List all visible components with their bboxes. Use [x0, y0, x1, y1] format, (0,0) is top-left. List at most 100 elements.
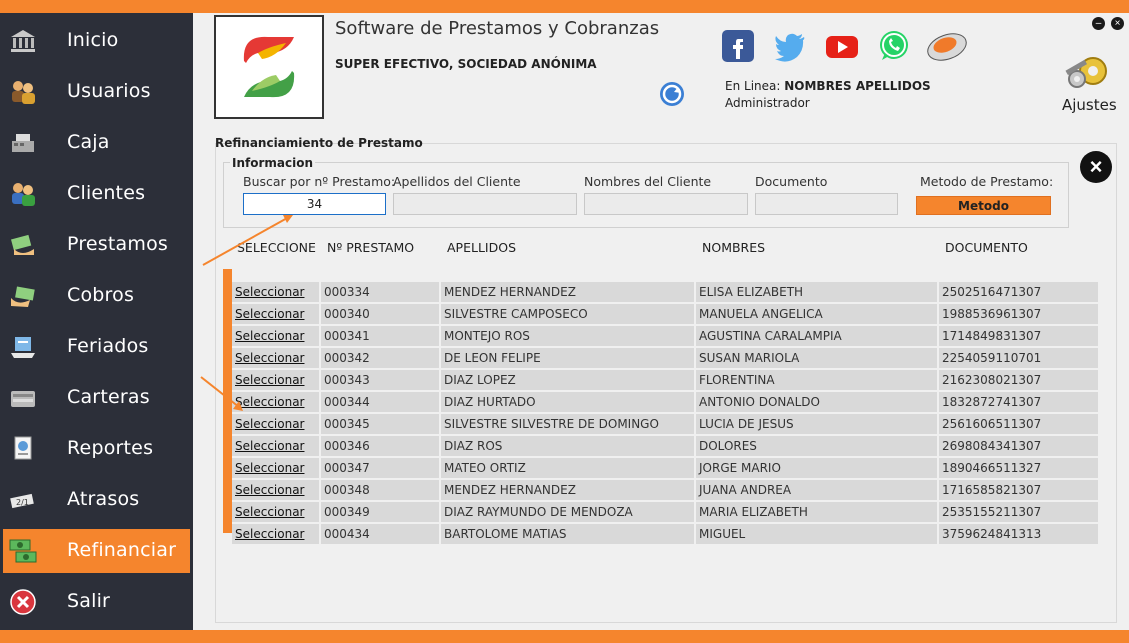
method-button[interactable]: Metodo: [916, 196, 1051, 215]
sidebar-item-inicio[interactable]: Inicio: [0, 19, 193, 63]
select-link[interactable]: Seleccionar: [232, 282, 321, 303]
names-label: Nombres del Cliente: [584, 174, 712, 189]
table-row[interactable]: Seleccionar 000434 BARTOLOME MATIAS MIGUEL 3…: [232, 524, 1100, 546]
document-cell: 1716585821307: [939, 480, 1100, 501]
close-window-button[interactable]: ×: [1111, 17, 1124, 30]
annotation-arrow: [202, 215, 293, 266]
document-cell: 3759624841313: [939, 524, 1100, 545]
settings-label[interactable]: Ajustes: [1062, 96, 1117, 114]
table-row[interactable]: Seleccionar 000343 DIAZ LOPEZ FLORENTINA 216…: [232, 370, 1100, 392]
names-cell: JORGE MARIO: [696, 458, 939, 479]
sidebar-item-refinanciar[interactable]: Refinanciar: [3, 529, 190, 573]
table-row[interactable]: Seleccionar 000346 DIAZ ROS DOLORES 26980843…: [232, 436, 1100, 458]
facebook-icon[interactable]: [721, 29, 755, 63]
loan-cell: 000349: [321, 502, 441, 523]
surnames-cell: DIAZ HURTADO: [441, 392, 696, 413]
sync-icon[interactable]: [659, 81, 685, 107]
surnames-cell: MATEO ORTIZ: [441, 458, 696, 479]
sidebar-item-label: Clientes: [67, 182, 146, 204]
sidebar-item-label: Prestamos: [67, 233, 169, 255]
document-cell: 1890466511327: [939, 458, 1100, 479]
loan-cell: 000434: [321, 524, 441, 545]
select-link[interactable]: Seleccionar: [232, 502, 321, 523]
sidebar-item-prestamos[interactable]: Prestamos: [0, 223, 193, 267]
main-panel: Software de Prestamos y Cobranzas SUPER …: [193, 13, 1129, 630]
select-link[interactable]: Seleccionar: [232, 414, 321, 435]
table-row[interactable]: Seleccionar 000340 SILVESTRE CAMPOSECO MANU…: [232, 304, 1100, 326]
online-label: En Linea:: [725, 79, 781, 93]
mouse-icon[interactable]: [925, 29, 971, 63]
names-cell: JUANA ANDREA: [696, 480, 939, 501]
names-cell: ANTONIO DONALDO: [696, 392, 939, 413]
table-row[interactable]: Seleccionar 000345 SILVESTRE SILVESTRE DE …: [232, 414, 1100, 436]
document-field[interactable]: [755, 193, 898, 215]
app-title: Software de Prestamos y Cobranzas: [335, 18, 660, 39]
sidebar-item-carteras[interactable]: Carteras: [0, 376, 193, 420]
surnames-label: Apellidos del Cliente: [393, 174, 521, 189]
whatsapp-icon[interactable]: [877, 29, 911, 63]
select-link[interactable]: Seleccionar: [232, 348, 321, 369]
payment-icon: [11, 286, 35, 307]
close-form-button[interactable]: ×: [1080, 151, 1112, 183]
table-row[interactable]: Seleccionar 000349 DIAZ RAYMUNDO DE MENDOZ…: [232, 502, 1100, 524]
sidebar-item-clientes[interactable]: Clientes: [0, 172, 193, 216]
company-logo: [214, 15, 324, 119]
loan-cell: 000343: [321, 370, 441, 391]
surnames-cell: DIAZ LOPEZ: [441, 370, 696, 391]
company-name: SUPER EFECTIVO, SOCIEDAD ANÓNIMA: [335, 57, 597, 71]
document-cell: 2162308021307: [939, 370, 1100, 391]
table-row[interactable]: Seleccionar 000342 DE LEON FELIPE SUSAN MAR…: [232, 348, 1100, 370]
table-row[interactable]: Seleccionar 000341 MONTEJO ROS AGUSTINA CAR…: [232, 326, 1100, 348]
sidebar-item-cobros[interactable]: Cobros: [0, 274, 193, 318]
twitter-icon[interactable]: [773, 29, 807, 63]
clients-icon: [12, 183, 35, 206]
select-link[interactable]: Seleccionar: [232, 436, 321, 457]
surnames-cell: DE LEON FELIPE: [441, 348, 696, 369]
table-row[interactable]: Seleccionar 000348 MENDEZ HERNANDEZ JUANA A…: [232, 480, 1100, 502]
sidebar-item-label: Caja: [67, 131, 110, 153]
table-row[interactable]: Seleccionar 000347 MATEO ORTIZ JORGE MARIO 1…: [232, 458, 1100, 480]
sidebar-item-label: Salir: [67, 590, 111, 612]
table-row[interactable]: Seleccionar 000334 MENDEZ HERNANDEZ ELISA E…: [232, 282, 1100, 304]
minimize-button[interactable]: –: [1092, 17, 1105, 30]
exit-icon: [10, 589, 36, 615]
names-cell: LUCIA DE JESUS: [696, 414, 939, 435]
select-link[interactable]: Seleccionar: [232, 304, 321, 325]
document-cell: 2502516471307: [939, 282, 1100, 303]
surnames-field[interactable]: [393, 193, 577, 215]
users-icon: [12, 81, 35, 104]
select-link[interactable]: Seleccionar: [232, 458, 321, 479]
top-accent-bar: [0, 0, 1129, 13]
surnames-cell: MONTEJO ROS: [441, 326, 696, 347]
info-title: Informacion: [230, 156, 316, 170]
gear-icon[interactable]: [1063, 49, 1113, 95]
surnames-cell: MENDEZ HERNANDEZ: [441, 282, 696, 303]
sidebar-item-feriados[interactable]: Feriados: [0, 325, 193, 369]
surnames-cell: DIAZ ROS: [441, 436, 696, 457]
loan-cell: 000342: [321, 348, 441, 369]
sidebar-item-label: Inicio: [67, 29, 119, 51]
sidebar-item-label: Refinanciar: [67, 539, 177, 561]
names-field[interactable]: [584, 193, 748, 215]
youtube-icon[interactable]: [825, 29, 859, 63]
sidebar-item-salir[interactable]: Salir: [0, 580, 193, 624]
table-row[interactable]: Seleccionar 000344 DIAZ HURTADO ANTONIO DON…: [232, 392, 1100, 414]
report-icon: [14, 436, 32, 460]
document-cell: 2698084341307: [939, 436, 1100, 457]
online-user: NOMBRES APELLIDOS: [784, 79, 931, 93]
sidebar: Inicio Usuarios Caja Clientes Prestamos …: [0, 13, 193, 630]
sidebar-item-label: Cobros: [67, 284, 135, 306]
select-link[interactable]: Seleccionar: [232, 480, 321, 501]
sidebar-item-reportes[interactable]: Reportes: [0, 427, 193, 471]
surnames-cell: SILVESTRE SILVESTRE DE DOMINGO: [441, 414, 696, 435]
sidebar-item-usuarios[interactable]: Usuarios: [0, 70, 193, 114]
sidebar-item-caja[interactable]: Caja: [0, 121, 193, 165]
section-title: Refinanciamiento de Prestamo: [215, 136, 423, 150]
sidebar-item-atrasos[interactable]: 2/1 Atrasos: [0, 478, 193, 522]
method-label: Metodo de Prestamo:: [920, 174, 1054, 189]
holiday-icon: [11, 337, 35, 358]
select-link[interactable]: Seleccionar: [232, 524, 321, 545]
sidebar-item-label: Feriados: [67, 335, 149, 357]
names-cell: MIGUEL: [696, 524, 939, 545]
select-link[interactable]: Seleccionar: [232, 326, 321, 347]
